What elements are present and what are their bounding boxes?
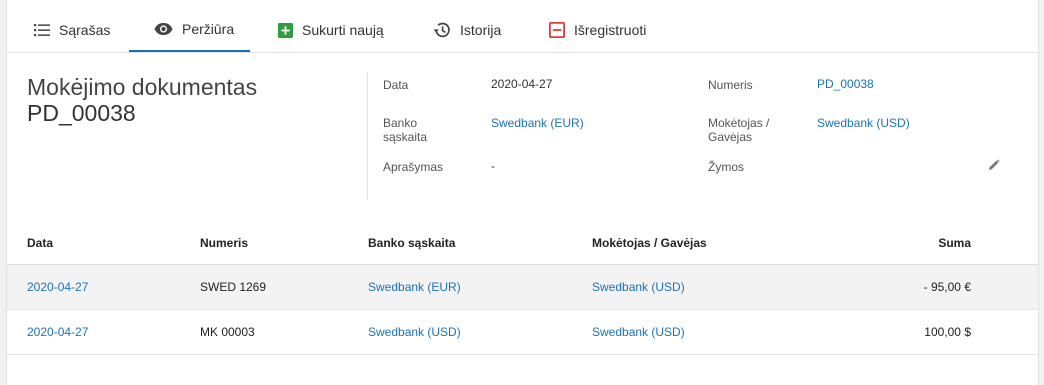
tab-preview-label: Peržiūra bbox=[182, 21, 235, 37]
tab-unregister[interactable]: Išregistruoti bbox=[549, 8, 646, 52]
row-date-link[interactable]: 2020-04-27 bbox=[27, 310, 88, 354]
payer-label: Mokėtojas / Gavėjas bbox=[708, 116, 770, 144]
column-header-date[interactable]: Data bbox=[27, 222, 53, 264]
row-number: SWED 1269 bbox=[200, 280, 267, 294]
date-value: 2020-04-27 bbox=[491, 77, 553, 91]
vertical-divider bbox=[367, 73, 368, 200]
tags-label: Žymos bbox=[708, 160, 744, 174]
row-sum: - 95,00 € bbox=[923, 280, 971, 294]
row-payer-link[interactable]: Swedbank (USD) bbox=[592, 265, 685, 309]
number-label: Numeris bbox=[708, 78, 753, 92]
column-header-number[interactable]: Numeris bbox=[200, 222, 248, 264]
row-number: MK 00003 bbox=[200, 325, 255, 339]
column-header-sum[interactable]: Suma bbox=[938, 222, 971, 264]
row-sum: 100,00 $ bbox=[924, 325, 971, 339]
payer-value-link[interactable]: Swedbank (USD) bbox=[817, 116, 910, 130]
tab-preview[interactable]: Peržiūra bbox=[129, 8, 250, 52]
description-value: - bbox=[491, 159, 495, 173]
row-date-link[interactable]: 2020-04-27 bbox=[27, 265, 88, 309]
table-row[interactable]: 2020-04-27 SWED 1269 Swedbank (EUR) Swed… bbox=[7, 265, 1038, 310]
history-icon bbox=[433, 22, 451, 38]
bank-value-link[interactable]: Swedbank (EUR) bbox=[491, 116, 584, 130]
description-label: Aprašymas bbox=[383, 160, 444, 174]
pencil-icon[interactable] bbox=[988, 158, 1000, 176]
column-header-bank[interactable]: Banko sąskaita bbox=[368, 222, 455, 264]
tab-create-new-label: Sukurti naują bbox=[302, 22, 384, 38]
row-bank-link[interactable]: Swedbank (USD) bbox=[368, 310, 461, 354]
column-header-payer[interactable]: Mokėtojas / Gavėjas bbox=[592, 222, 707, 264]
tab-list-label: Sąrašas bbox=[59, 22, 111, 38]
list-icon bbox=[34, 23, 50, 37]
row-payer-link[interactable]: Swedbank (USD) bbox=[592, 310, 685, 354]
table-header: Data Numeris Banko sąskaita Mokėtojas / … bbox=[7, 222, 1038, 265]
payments-table: Data Numeris Banko sąskaita Mokėtojas / … bbox=[7, 222, 1038, 355]
tab-unregister-label: Išregistruoti bbox=[574, 22, 647, 38]
page-title: Mokėjimo dokumentas bbox=[27, 74, 258, 100]
tab-bar: Sąrašas Peržiūra Sukurti naują Istorija … bbox=[7, 8, 1038, 53]
document-panel: Sąrašas Peržiūra Sukurti naują Istorija … bbox=[6, 0, 1039, 385]
tab-history[interactable]: Istorija bbox=[433, 8, 501, 52]
number-value-link[interactable]: PD_00038 bbox=[817, 77, 874, 91]
plus-square-icon bbox=[278, 22, 293, 38]
document-number: PD_00038 bbox=[27, 100, 136, 126]
tab-history-label: Istorija bbox=[460, 22, 502, 38]
date-label: Data bbox=[383, 78, 409, 92]
eye-icon bbox=[154, 23, 173, 35]
table-row[interactable]: 2020-04-27 MK 00003 Swedbank (USD) Swedb… bbox=[7, 310, 1038, 355]
minus-square-icon bbox=[549, 22, 565, 38]
tab-create-new[interactable]: Sukurti naują bbox=[278, 8, 384, 52]
bank-label: Banko sąskaita bbox=[383, 116, 428, 144]
tab-list[interactable]: Sąrašas bbox=[34, 8, 110, 52]
row-bank-link[interactable]: Swedbank (EUR) bbox=[368, 265, 461, 309]
